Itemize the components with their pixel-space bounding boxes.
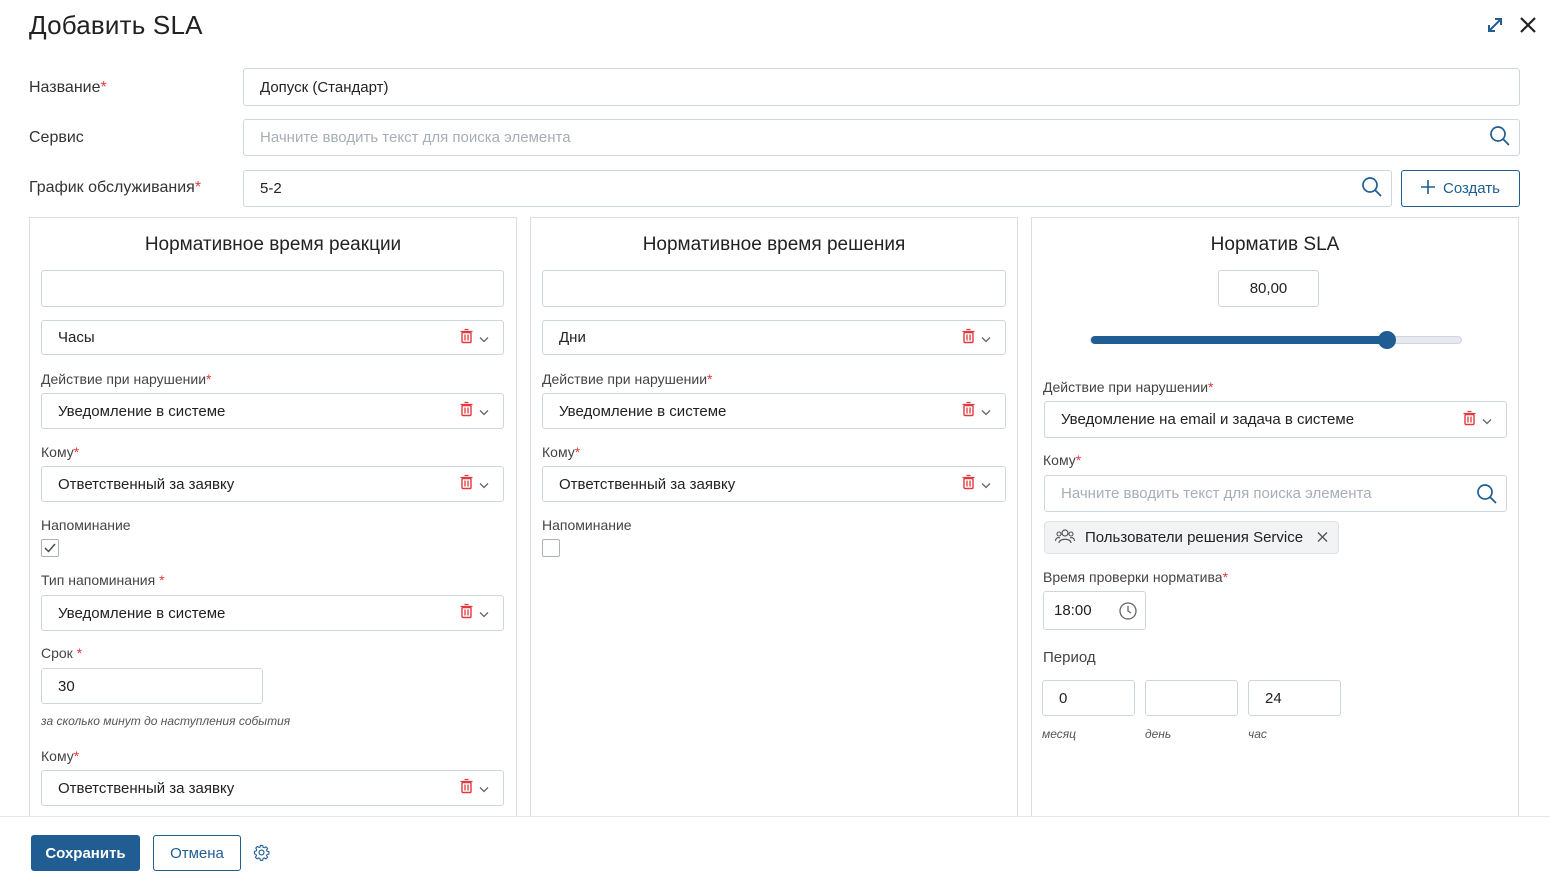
remove-chip-icon[interactable] [1317, 529, 1328, 546]
period-day-input[interactable] [1145, 680, 1238, 716]
chevron-down-icon[interactable] [981, 329, 991, 346]
trash-icon[interactable] [460, 328, 473, 347]
resolution-to-select[interactable]: Ответственный за заявку [542, 466, 1006, 502]
sla-value-input[interactable]: 80,00 [1218, 270, 1319, 307]
chevron-down-icon[interactable] [981, 403, 991, 420]
chevron-down-icon[interactable] [1482, 411, 1492, 428]
check-time-input[interactable]: 18:00 [1043, 591, 1146, 630]
footer-divider [0, 816, 1550, 817]
period-month-input[interactable]: 0 [1042, 680, 1135, 716]
reaction-to-select[interactable]: Ответственный за заявку [41, 466, 504, 502]
search-icon[interactable] [1489, 125, 1511, 151]
trash-icon[interactable] [460, 474, 473, 494]
sla-panel-title: Норматив SLA [1210, 234, 1340, 255]
period-day-caption: день [1145, 727, 1172, 741]
chevron-down-icon[interactable] [479, 329, 489, 346]
term-input[interactable]: 30 [41, 668, 263, 704]
create-schedule-button[interactable]: Создать [1401, 170, 1520, 207]
reaction-panel-title: Нормативное время реакции [144, 234, 402, 255]
chevron-down-icon[interactable] [479, 403, 489, 420]
reminder-type-select[interactable]: Уведомление в системе [41, 595, 504, 631]
resolution-reminder-checkbox[interactable] [542, 539, 560, 557]
name-label: Название* [29, 79, 107, 96]
cancel-button[interactable]: Отмена [153, 835, 241, 871]
schedule-label: График обслуживания* [29, 179, 202, 196]
reaction-reminder-label: Напоминание [41, 517, 131, 533]
chevron-down-icon[interactable] [479, 780, 489, 797]
schedule-value: 5-2 [260, 180, 282, 197]
gear-icon[interactable] [253, 844, 270, 865]
period-hour-caption: час [1248, 727, 1267, 741]
dialog-title: Добавить SLA [29, 10, 203, 40]
trash-icon[interactable] [460, 603, 473, 623]
resolution-action-label: Действие при нарушении* [542, 371, 713, 387]
sla-to-search-input[interactable]: Начните вводить текст для поиска элемент… [1044, 475, 1507, 512]
trash-icon[interactable] [962, 474, 975, 494]
term-label: Срок * [41, 645, 83, 661]
trash-icon[interactable] [460, 401, 473, 421]
sla-slider[interactable] [1090, 331, 1462, 349]
resolution-panel-title: Нормативное время решения [642, 234, 906, 255]
resolution-action-select[interactable]: Уведомление в системе [542, 393, 1006, 429]
check-time-label: Время проверки норматива* [1043, 569, 1229, 585]
reaction-to-label: Кому* [41, 444, 80, 460]
trash-icon[interactable] [1463, 410, 1476, 429]
reaction-to2-select[interactable]: Ответственный за заявку [41, 770, 504, 806]
name-input[interactable]: Допуск (Стандарт) [243, 68, 1520, 106]
reaction-action-select[interactable]: Уведомление в системе [41, 393, 504, 429]
term-hint: за сколько минут до наступления события [41, 714, 291, 728]
sla-action-select[interactable]: Уведомление на email и задача в системе [1044, 401, 1507, 438]
chevron-down-icon[interactable] [479, 476, 489, 493]
reaction-action-label: Действие при нарушении* [41, 371, 212, 387]
sla-to-label: Кому* [1043, 452, 1082, 468]
resolution-unit-select[interactable]: Дни [542, 320, 1006, 355]
schedule-input[interactable]: 5-2 [243, 170, 1392, 207]
service-search-input[interactable]: Начните вводить текст для поиска элемент… [243, 119, 1520, 156]
sla-slider-fill [1091, 336, 1387, 344]
trash-icon[interactable] [962, 328, 975, 347]
reaction-time-input[interactable] [41, 270, 504, 307]
expand-icon[interactable] [1484, 14, 1506, 36]
period-hour-input[interactable]: 24 [1248, 680, 1341, 716]
chevron-down-icon[interactable] [981, 476, 991, 493]
reminder-type-label: Тип напоминания * [41, 572, 165, 588]
search-icon[interactable] [1476, 483, 1498, 505]
name-value: Допуск (Стандарт) [260, 78, 389, 96]
sla-action-label: Действие при нарушении* [1043, 379, 1214, 395]
trash-icon[interactable] [962, 401, 975, 421]
reaction-unit-select[interactable]: Часы [41, 320, 504, 355]
resolution-time-input[interactable] [542, 270, 1006, 307]
reaction-to2-label: Кому* [41, 748, 80, 764]
resolution-to-label: Кому* [542, 444, 581, 460]
recipient-chip: Пользователи решения Service [1044, 521, 1339, 554]
close-icon[interactable] [1517, 14, 1539, 36]
period-month-caption: месяц [1042, 727, 1077, 741]
period-label: Период [1043, 649, 1096, 666]
resolution-reminder-label: Напоминание [542, 517, 632, 533]
trash-icon[interactable] [460, 778, 473, 798]
search-icon[interactable] [1361, 176, 1383, 202]
sla-slider-thumb[interactable] [1378, 331, 1396, 349]
save-button[interactable]: Сохранить [31, 835, 140, 871]
chevron-down-icon[interactable] [479, 605, 489, 622]
sla-norm-panel: Норматив SLA [1031, 217, 1519, 817]
clock-icon[interactable] [1119, 601, 1137, 620]
service-placeholder: Начните вводить текст для поиска элемент… [260, 129, 571, 146]
plus-icon [1420, 179, 1435, 198]
service-label: Сервис [29, 129, 84, 146]
users-group-icon [1054, 528, 1076, 548]
reaction-reminder-checkbox[interactable] [41, 539, 59, 557]
